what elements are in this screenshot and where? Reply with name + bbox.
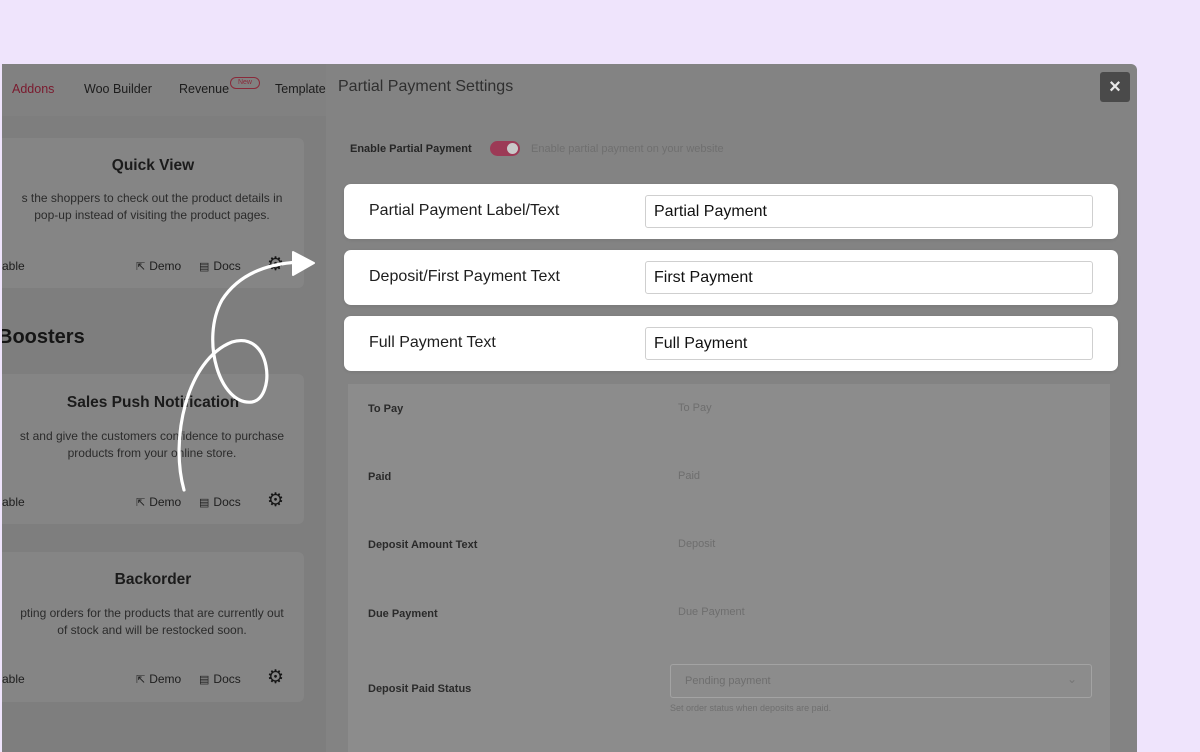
annotation-arrow-icon: [177, 251, 315, 492]
